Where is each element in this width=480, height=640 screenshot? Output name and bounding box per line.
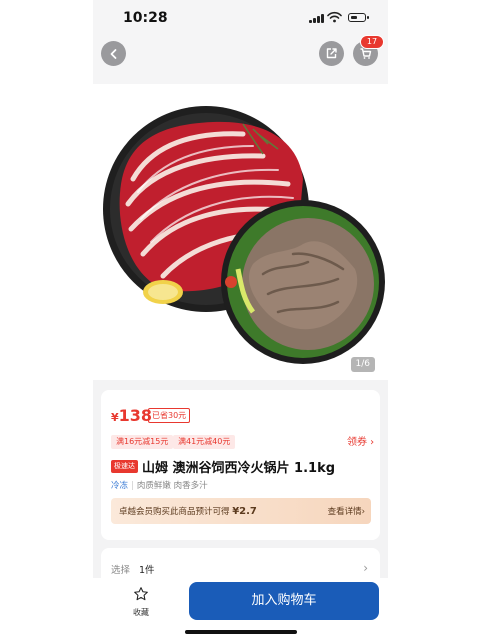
- select-label: 选择: [111, 565, 131, 576]
- title-row: 极速达 山姆 澳洲谷饲西冷火锅片 1.1kg: [111, 456, 373, 476]
- product-gallery[interactable]: 1/6: [93, 84, 388, 380]
- signal-icon: [309, 14, 324, 23]
- coupon-link[interactable]: 领券 ›: [347, 433, 374, 448]
- add-to-cart-button[interactable]: 加入购物车: [189, 582, 379, 620]
- express-delivery-badge: 极速达: [111, 460, 138, 473]
- favorite-label: 收藏: [133, 608, 149, 617]
- saved-tag: 已省30元: [148, 408, 191, 423]
- member-detail-link[interactable]: 查看详情›: [328, 505, 365, 517]
- chevron-right-icon: ›: [363, 561, 368, 575]
- favorite-button[interactable]: 收藏: [127, 586, 155, 618]
- product-info-card: ¥138 已省30元 满16元减15元 满41元减40元 领券 › 极速达 山姆 …: [101, 390, 380, 540]
- status-time: 10:28: [123, 10, 168, 26]
- storage-type: 冷冻: [111, 481, 129, 491]
- promo-tag: 满41元减40元: [173, 435, 236, 449]
- product-image: [103, 106, 385, 364]
- select-value: 1件: [139, 565, 155, 576]
- home-indicator: [185, 630, 297, 634]
- member-amount: ¥2.7: [232, 506, 257, 517]
- back-button[interactable]: [101, 41, 126, 66]
- bottom-action-bar: 收藏 加入购物车: [93, 578, 388, 640]
- attribute-item: 肉香多汁: [173, 481, 208, 491]
- star-icon: [134, 587, 148, 601]
- app-screen: 10:28 17 1/6 ¥138 已省30元 满16元减15元 满41元减40…: [93, 0, 388, 640]
- member-banner[interactable]: 卓越会员购买此商品预计可得 ¥2.7 查看详情›: [111, 498, 371, 524]
- image-counter: 1/6: [350, 357, 375, 372]
- promo-tag: 满16元减15元: [111, 435, 174, 449]
- share-button[interactable]: [319, 41, 344, 66]
- member-text: 卓越会员购买此商品预计可得 ¥2.7: [119, 506, 257, 517]
- product-attributes: 冷冻 | 肉质鲜嫩 肉香多汁: [111, 481, 208, 491]
- attribute-item: 肉质鲜嫩: [136, 481, 171, 491]
- share-icon: [326, 48, 337, 59]
- price-symbol: ¥: [111, 411, 119, 424]
- price: ¥138: [111, 406, 152, 425]
- battery-icon: [348, 13, 369, 22]
- nav-bar: 17: [93, 35, 388, 84]
- back-arrow-icon: [110, 48, 116, 59]
- wifi-icon: [327, 11, 342, 23]
- product-title: 山姆 澳洲谷饲西冷火锅片 1.1kg: [142, 461, 336, 476]
- status-bar: 10:28: [93, 0, 388, 36]
- cart-count-badge: 17: [360, 35, 384, 49]
